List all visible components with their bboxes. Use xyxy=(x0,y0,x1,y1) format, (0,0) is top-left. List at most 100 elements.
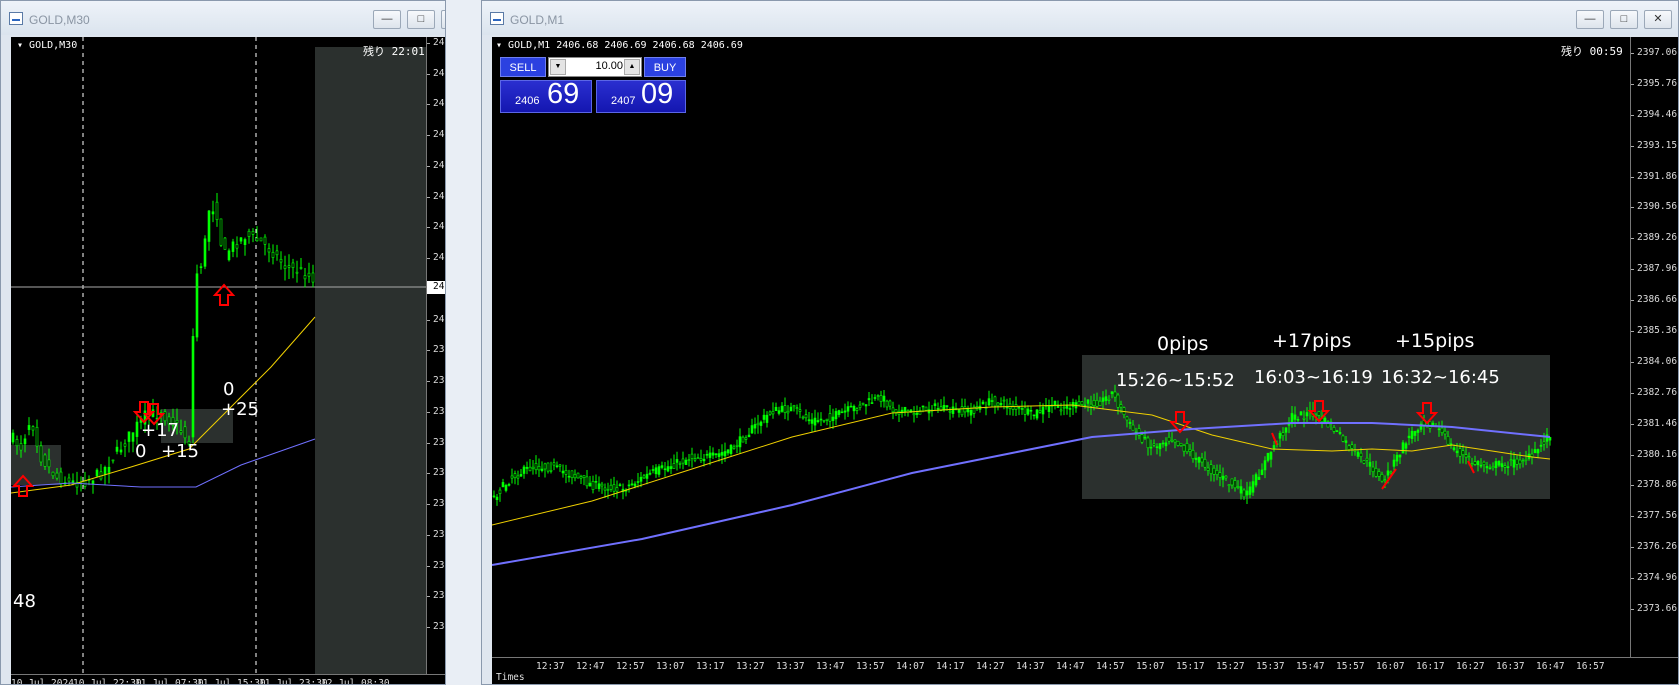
candle xyxy=(127,431,131,442)
candle xyxy=(1113,391,1117,398)
candle xyxy=(1071,401,1075,407)
candle xyxy=(1476,461,1480,466)
price-tick-label: 2389.75 xyxy=(427,375,445,386)
time-tick-label: 12 Jul 08:30 xyxy=(321,678,390,685)
candle xyxy=(1245,490,1249,496)
candle xyxy=(726,449,730,454)
minimize-button[interactable]: — xyxy=(1576,10,1604,29)
candle xyxy=(255,237,259,242)
time-tick-label: 10 Jul 2024 xyxy=(11,678,74,685)
candle xyxy=(966,408,970,413)
candle xyxy=(1299,411,1303,416)
candle xyxy=(762,414,766,420)
lot-decrease-button[interactable]: ▼ xyxy=(550,59,566,75)
candle xyxy=(858,404,862,408)
candle xyxy=(495,496,499,500)
time-tick-label: 14:37 xyxy=(1016,661,1045,672)
candle xyxy=(1089,403,1093,407)
candle xyxy=(582,475,586,478)
candle xyxy=(267,248,271,253)
candle xyxy=(1497,460,1501,466)
candle xyxy=(183,426,187,439)
candle xyxy=(67,477,71,482)
candle xyxy=(1206,467,1210,471)
price-tick-label: 2377.56 xyxy=(1631,510,1677,521)
candle xyxy=(645,473,649,479)
time-tick-label: 11 Jul 07:30 xyxy=(135,678,204,685)
candle xyxy=(1194,457,1198,460)
candle xyxy=(825,418,829,421)
candle xyxy=(1461,450,1465,456)
candle xyxy=(567,475,571,478)
candle xyxy=(1317,411,1321,416)
candle xyxy=(585,476,589,487)
candle xyxy=(690,453,694,459)
candle xyxy=(1491,466,1495,469)
maximize-button[interactable]: □ xyxy=(407,10,435,29)
price-axis[interactable]: 2397.06 2395.76 2394.46 2393.15 2391.86 2390.… xyxy=(1630,37,1678,657)
candle xyxy=(699,458,703,461)
candle xyxy=(846,406,850,412)
candle xyxy=(600,483,604,487)
maximize-button[interactable]: □ xyxy=(1610,10,1638,29)
time-axis[interactable]: 12:37 12:47 12:57 13:07 13:17 13:27 13:37 13:47… xyxy=(492,657,1678,684)
candle xyxy=(1257,476,1261,480)
candle xyxy=(999,402,1003,406)
candle xyxy=(933,403,937,407)
time-tick-label: 14:07 xyxy=(896,661,925,672)
time-tick-label: 16:37 xyxy=(1496,661,1525,672)
candle xyxy=(247,230,251,237)
candle xyxy=(1383,479,1387,482)
candle xyxy=(498,489,502,494)
close-button[interactable]: ✕ xyxy=(1644,10,1672,29)
candle xyxy=(1443,430,1447,435)
candle xyxy=(729,444,733,454)
price-tick-label: 2393.15 xyxy=(1631,140,1677,151)
candle xyxy=(1125,416,1129,421)
candle xyxy=(1266,452,1270,461)
candle xyxy=(576,472,580,479)
candle xyxy=(1188,449,1192,452)
title-bar[interactable]: GOLD,M1 — □ ✕ xyxy=(482,1,1678,35)
candle xyxy=(981,401,985,405)
candle xyxy=(849,405,853,408)
candle xyxy=(882,395,886,402)
candle xyxy=(531,466,535,470)
candle xyxy=(51,471,55,477)
remaining-time: 残り 22:01 xyxy=(363,45,425,58)
sell-price-quote[interactable]: 2406 69 xyxy=(500,78,592,113)
candle xyxy=(1458,448,1462,457)
buy-button[interactable]: BUY xyxy=(644,57,686,77)
candle xyxy=(1542,441,1546,445)
lot-increase-button[interactable]: ▲ xyxy=(624,59,640,75)
candle xyxy=(723,451,727,457)
time-axis[interactable]: 10 Jul 2024 10 Jul 22:30 11 Jul 07:30 11 Ju… xyxy=(11,674,445,685)
candle xyxy=(1362,460,1366,464)
candle xyxy=(891,407,895,413)
sell-button[interactable]: SELL xyxy=(500,57,546,77)
candle xyxy=(780,405,784,412)
candle xyxy=(759,421,763,426)
annotation-label: +15 xyxy=(161,441,199,462)
price-tick-label: 2439.70 xyxy=(427,98,445,109)
close-button[interactable]: ✕ xyxy=(441,10,445,29)
candle xyxy=(1464,454,1468,458)
candle xyxy=(528,466,532,472)
buy-price-quote[interactable]: 2407 09 xyxy=(596,78,686,113)
candle xyxy=(783,405,787,413)
time-tick-label: 16:47 xyxy=(1536,661,1565,672)
lot-size-field[interactable]: ▼ 10.00 ▲ xyxy=(548,57,642,77)
candle xyxy=(507,484,511,486)
title-bar[interactable]: GOLD,M30 — □ ✕ xyxy=(1,1,445,35)
time-tick-label: 16:57 xyxy=(1576,661,1605,672)
price-axis[interactable]: 2450.80 2445.25 2439.70 2434.15 2428.60 2423.… xyxy=(426,37,445,674)
chart-area[interactable]: ▾ GOLD,M30 残り 22:01 0 +25 +17 0 +15 48 xyxy=(11,37,426,674)
candle xyxy=(1032,414,1036,417)
candle xyxy=(27,425,31,430)
candle xyxy=(561,470,565,474)
chart-area[interactable]: ▾ GOLD,M1 2406.68 2406.69 2406.68 2406.6… xyxy=(492,37,1630,657)
candle xyxy=(1509,459,1513,461)
minimize-button[interactable]: — xyxy=(373,10,401,29)
candle xyxy=(744,437,748,440)
candle xyxy=(1536,449,1540,454)
